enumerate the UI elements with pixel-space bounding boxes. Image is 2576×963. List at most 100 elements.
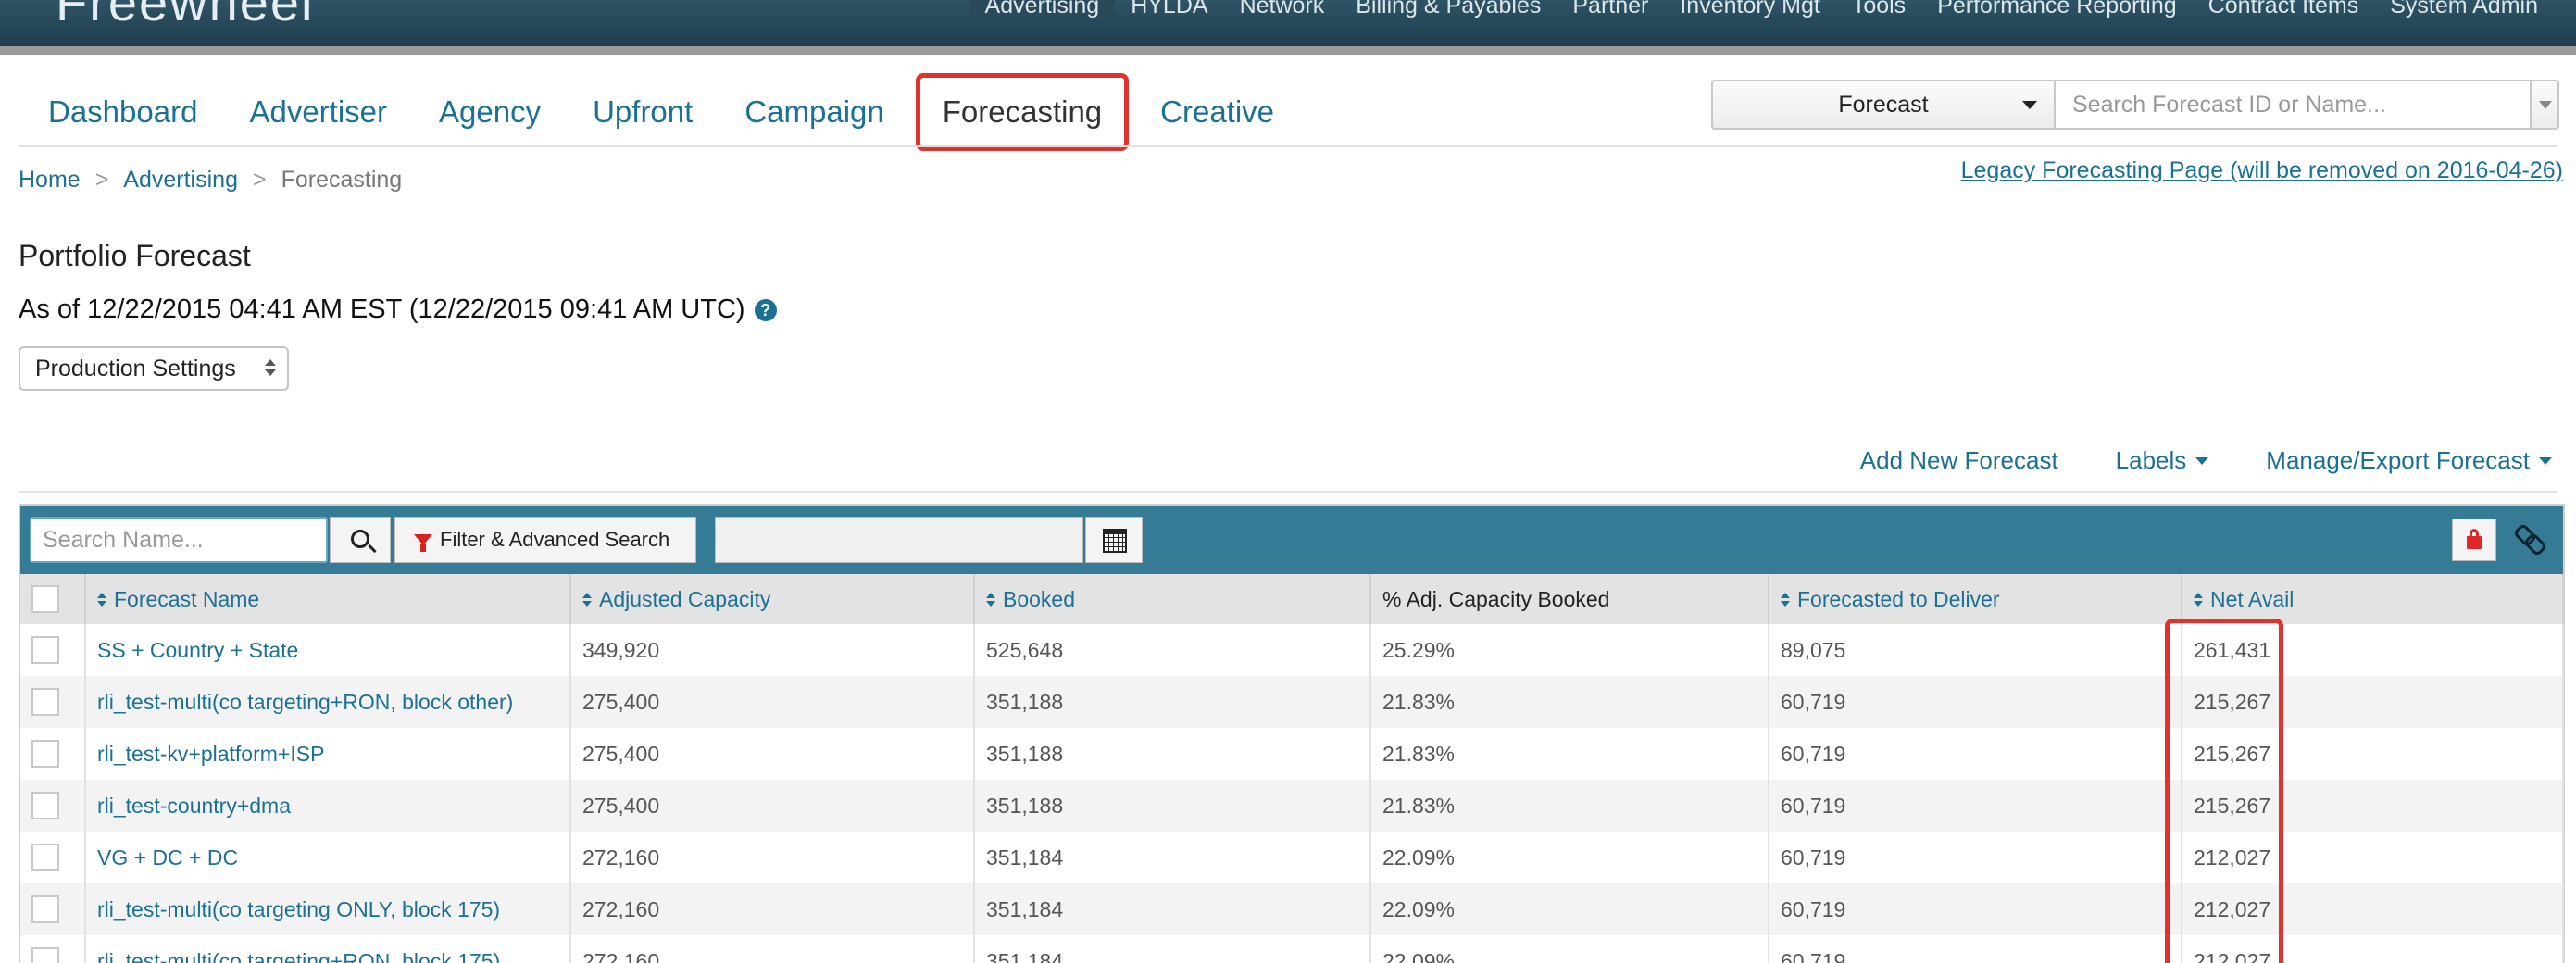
forecast-actions: Add New Forecast Labels Manage/Export Fo… [1860, 446, 2552, 475]
forecasted-to-deliver-cell: 60,719 [1769, 832, 2182, 883]
booked-cell: 351,188 [974, 676, 1371, 728]
select-arrows-icon [265, 359, 276, 378]
select-all-checkbox[interactable] [31, 585, 59, 613]
add-new-forecast-link[interactable]: Add New Forecast [1860, 446, 2058, 475]
actions-divider [19, 491, 2557, 493]
labels-dropdown[interactable]: Labels [2116, 446, 2209, 475]
page-title: Portfolio Forecast [19, 239, 251, 272]
search-type-select[interactable]: Forecast [1711, 80, 2056, 130]
adjusted-capacity-cell: 272,160 [570, 935, 975, 963]
lock-button[interactable] [2452, 519, 2496, 561]
forecast-search-input[interactable] [2056, 80, 2530, 130]
grid-search-input[interactable] [30, 517, 328, 563]
breadcrumb-separator: > [252, 167, 267, 193]
help-icon[interactable]: ? [754, 298, 777, 321]
column-header-label: Adjusted Capacity [599, 586, 771, 611]
section-tabs: Dashboard Advertiser Agency Upfront Camp… [22, 72, 1300, 152]
breadcrumb: Home > Advertising > Forecasting [19, 167, 402, 194]
row-checkbox[interactable] [31, 844, 59, 871]
topnav-item-inventory[interactable]: Inventory Mgt [1664, 0, 1835, 22]
column-header-forecasted-to-deliver[interactable]: Forecasted to Deliver [1769, 574, 2182, 624]
row-checkbox[interactable] [31, 688, 59, 716]
tab-advertiser[interactable]: Advertiser [223, 73, 413, 151]
top-nav-menu: Advertising HYLDA Network Billing & Paya… [969, 0, 2554, 22]
row-select-cell [20, 728, 86, 780]
pct-booked-cell: 21.83% [1370, 780, 1769, 832]
column-header-booked[interactable]: Booked [974, 574, 1371, 624]
breadcrumb-current: Forecasting [281, 167, 403, 193]
net-avail-cell: 212,027 [2182, 832, 2564, 883]
manage-export-dropdown[interactable]: Manage/Export Forecast [2266, 446, 2552, 475]
sort-icon [97, 593, 106, 607]
adjusted-capacity-cell: 272,160 [570, 832, 975, 883]
tab-dashboard[interactable]: Dashboard [22, 73, 223, 151]
tab-agency[interactable]: Agency [413, 73, 567, 151]
sort-icon [986, 593, 995, 607]
table-header-row: Forecast Name Adjusted Capacity Booked %… [20, 574, 2564, 624]
calendar-button[interactable] [1085, 517, 1143, 563]
forecast-name-link[interactable]: SS + Country + State [85, 624, 571, 676]
topnav-item-billing[interactable]: Billing & Payables [1340, 0, 1557, 22]
forecast-name-link[interactable]: rli_test-multi(co targeting+RON, block o… [85, 676, 571, 728]
row-checkbox[interactable] [31, 947, 59, 963]
grid-search-button[interactable] [330, 517, 391, 563]
legacy-forecasting-link[interactable]: Legacy Forecasting Page (will be removed… [1961, 157, 2563, 184]
search-dropdown-button[interactable] [2530, 80, 2559, 130]
net-avail-cell: 215,267 [2182, 728, 2564, 780]
search-icon [351, 530, 369, 548]
forecast-name-link[interactable]: VG + DC + DC [85, 832, 571, 883]
pct-booked-cell: 22.09% [1370, 883, 1769, 935]
column-header-forecast-name[interactable]: Forecast Name [85, 574, 571, 624]
topnav-item-contract-items[interactable]: Contract Items [2193, 0, 2375, 22]
forecasted-to-deliver-cell: 60,719 [1769, 935, 2182, 963]
booked-cell: 351,184 [974, 832, 1371, 883]
select-all-cell [20, 574, 86, 624]
forecast-name-link[interactable]: rli_test-country+dma [85, 780, 571, 832]
topbar-divider [0, 46, 2576, 55]
row-checkbox[interactable] [31, 740, 59, 768]
settings-select[interactable]: Production Settings [19, 346, 289, 391]
booked-cell: 351,184 [974, 883, 1371, 935]
app-logo[interactable]: Freewheel [56, 0, 314, 32]
pct-booked-cell: 21.83% [1370, 676, 1769, 728]
filter-icon [414, 534, 432, 552]
booked-cell: 351,188 [974, 728, 1371, 780]
row-select-cell [20, 832, 86, 883]
tab-upfront[interactable]: Upfront [567, 73, 719, 151]
pct-booked-cell: 22.09% [1370, 935, 1769, 963]
link-icon[interactable] [2515, 524, 2543, 552]
add-new-forecast-label: Add New Forecast [1859, 446, 2058, 474]
filter-advanced-search-button[interactable]: Filter & Advanced Search [394, 517, 696, 563]
sort-icon [2194, 593, 2203, 607]
tab-campaign[interactable]: Campaign [719, 73, 909, 151]
breadcrumb-advertising[interactable]: Advertising [123, 167, 238, 194]
topnav-item-performance-reporting[interactable]: Performance Reporting [1921, 0, 2192, 22]
table-row: rli_test-kv+platform+ISP 275,400 351,188… [20, 728, 2564, 780]
forecast-name-link[interactable]: rli_test-multi(co targeting+RON, block 1… [85, 935, 571, 963]
row-select-cell [20, 935, 86, 963]
row-checkbox[interactable] [31, 792, 59, 819]
topnav-item-partner[interactable]: Partner [1557, 0, 1664, 22]
breadcrumb-home[interactable]: Home [19, 167, 81, 194]
settings-select-value: Production Settings [35, 356, 236, 381]
chevron-down-icon [2539, 456, 2552, 465]
topnav-item-hylda[interactable]: HYLDA [1115, 0, 1223, 22]
table-row: rli_test-multi(co targeting+RON, block 1… [20, 935, 2564, 963]
topnav-item-advertising[interactable]: Advertising [969, 0, 1116, 22]
column-header-adjusted-capacity[interactable]: Adjusted Capacity [570, 574, 975, 624]
topnav-item-system-admin[interactable]: System Admin [2374, 0, 2554, 22]
pct-booked-cell: 22.09% [1370, 832, 1769, 883]
date-range-input[interactable] [715, 517, 1083, 563]
column-header-label: Forecast Name [114, 586, 260, 611]
row-checkbox[interactable] [31, 636, 59, 664]
column-header-label: Forecasted to Deliver [1797, 586, 2000, 611]
topnav-item-tools[interactable]: Tools [1836, 0, 1921, 22]
forecast-name-link[interactable]: rli_test-multi(co targeting ONLY, block … [85, 883, 571, 935]
tab-forecasting[interactable]: Forecasting [915, 73, 1130, 151]
column-header-net-avail[interactable]: Net Avail [2182, 574, 2564, 624]
row-checkbox[interactable] [31, 895, 59, 923]
topnav-item-network[interactable]: Network [1224, 0, 1341, 22]
tab-creative[interactable]: Creative [1134, 73, 1300, 151]
forecast-name-link[interactable]: rli_test-kv+platform+ISP [85, 728, 571, 780]
net-avail-cell: 212,027 [2182, 883, 2564, 935]
